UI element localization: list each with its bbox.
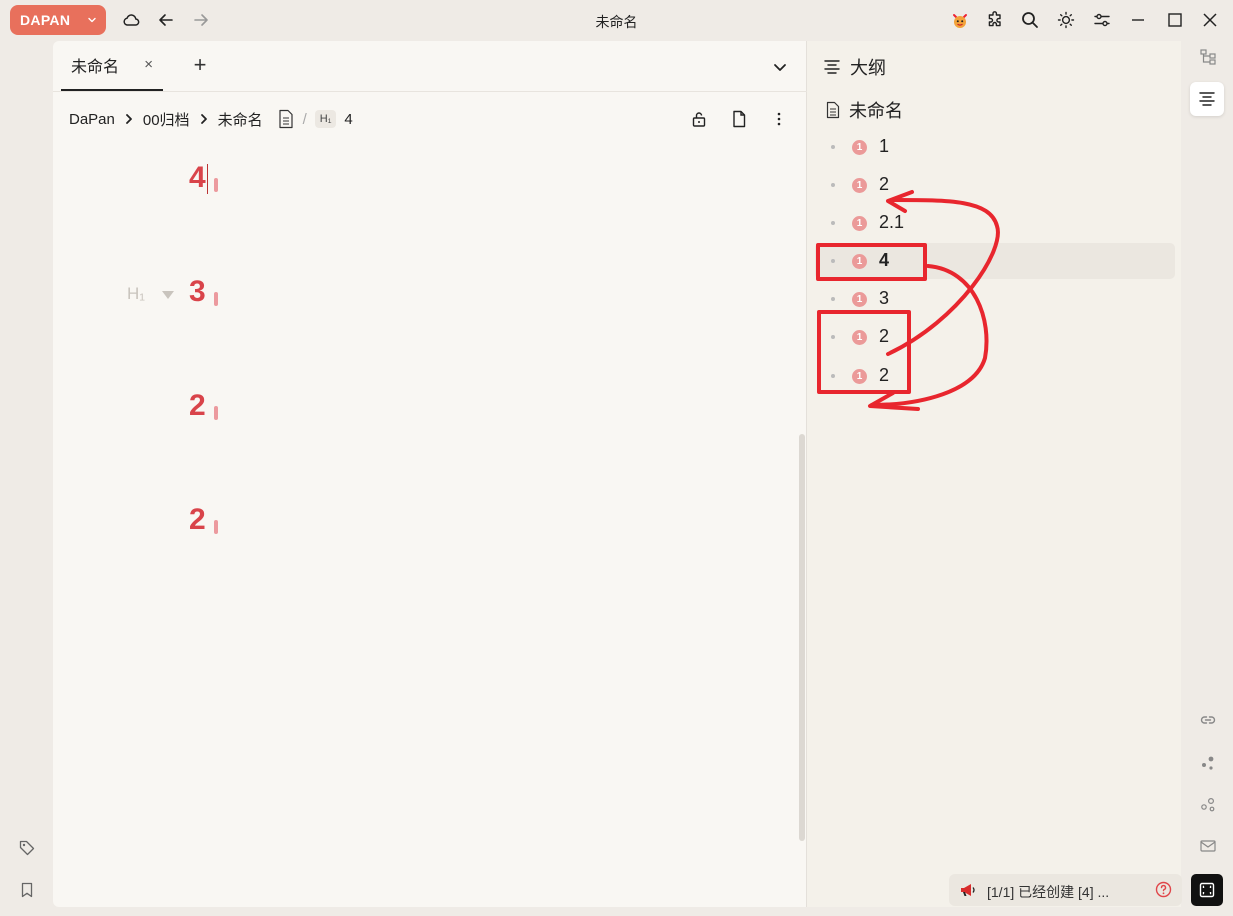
outline-item-label: 2.1 <box>879 212 905 232</box>
outline-toggle-button[interactable] <box>1190 82 1224 116</box>
cloud-sync-icon[interactable] <box>120 9 142 31</box>
forward-arrow-icon[interactable] <box>190 9 212 31</box>
title-bar: DAPAN 未命名 <box>0 0 1233 41</box>
more-vertical-icon[interactable] <box>767 107 791 131</box>
outline-item-label: 3 <box>879 288 890 308</box>
chevron-right-icon <box>123 113 135 125</box>
outline-item-label: 2 <box>879 326 890 346</box>
file-tree-icon[interactable] <box>1196 45 1220 69</box>
tab-close-button[interactable]: × <box>144 56 153 73</box>
outline-doc-title[interactable]: 未命名 <box>825 98 903 122</box>
heading-level-badge: 1 <box>852 330 867 345</box>
breadcrumb: DaPan 00归档 未命名 / H₁ 4 <box>69 109 353 130</box>
workspace-menu-button[interactable]: DAPAN <box>10 5 106 35</box>
mascot-icon[interactable] <box>949 9 971 31</box>
search-icon[interactable] <box>1019 9 1041 31</box>
heading-block[interactable]: 2 <box>189 503 206 537</box>
outline-item[interactable]: 1 1 <box>815 129 1175 165</box>
workspace-name: DAPAN <box>20 12 71 28</box>
help-icon[interactable] <box>1155 881 1172 901</box>
heading-block[interactable]: 3 <box>189 275 206 309</box>
heading-level-badge: 1 <box>852 216 867 231</box>
graph-icon[interactable] <box>1196 751 1220 775</box>
outline-item-active[interactable]: 1 4 <box>815 243 1175 279</box>
tab-bar: 未命名 × + <box>53 41 807 92</box>
chevron-down-icon <box>86 13 98 29</box>
chevron-right-icon <box>198 113 210 125</box>
breadcrumb-root[interactable]: DaPan <box>69 111 115 128</box>
theme-toggle-icon[interactable] <box>1055 9 1077 31</box>
bullet-dot <box>831 297 835 301</box>
outline-icon <box>824 60 840 74</box>
tab-untitled[interactable]: 未命名 × <box>61 41 163 91</box>
heading-level-badge: 1 <box>852 178 867 193</box>
notification-text: [1/1] 已经创建 [4] ... <box>987 884 1110 900</box>
outline-icon <box>1199 92 1215 106</box>
settings-sliders-icon[interactable] <box>1091 9 1113 31</box>
document-icon <box>277 109 295 129</box>
document-info-icon[interactable] <box>727 107 751 131</box>
heading-level-badge: 1 <box>852 369 867 384</box>
tab-label: 未命名 <box>71 59 120 76</box>
heading-level-badge: 1 <box>852 254 867 269</box>
editor-scrollbar[interactable] <box>799 434 805 841</box>
bullet-dot <box>831 259 835 263</box>
tag-icon[interactable] <box>16 837 38 859</box>
global-graph-icon[interactable] <box>1196 793 1220 817</box>
outline-item[interactable]: 1 3 <box>815 281 1175 317</box>
unlock-icon[interactable] <box>687 107 711 131</box>
outline-item[interactable]: 1 2 <box>815 358 1175 394</box>
heading-marker <box>214 292 218 306</box>
bullet-dot <box>831 221 835 225</box>
collapse-triangle-icon[interactable] <box>161 288 175 306</box>
window-title: 未命名 <box>595 14 638 30</box>
bookmark-icon[interactable] <box>16 879 38 901</box>
outline-item-label: 1 <box>879 136 890 156</box>
megaphone-icon <box>959 882 977 901</box>
bullet-dot <box>831 335 835 339</box>
heading-marker <box>214 520 218 534</box>
outline-item[interactable]: 1 2.1 <box>815 205 1175 241</box>
outline-doc-label: 未命名 <box>849 101 903 121</box>
outline-panel: 大纲 未命名 1 1 1 2 1 2.1 1 4 1 3 1 2 1 2 <box>807 41 1181 907</box>
outline-item[interactable]: 1 2 <box>815 319 1175 355</box>
heading-block[interactable]: 4 <box>189 161 206 195</box>
backlink-icon[interactable] <box>1196 708 1220 732</box>
heading-level-badge: H₁ <box>314 110 337 128</box>
maximize-icon[interactable] <box>1164 9 1186 31</box>
outline-item-label: 4 <box>879 250 890 270</box>
outline-item[interactable]: 1 2 <box>815 167 1175 203</box>
heading-marker <box>214 406 218 420</box>
inbox-icon[interactable] <box>1196 834 1220 858</box>
text-caret <box>207 164 208 194</box>
heading-level-hint: H₁ <box>127 284 146 303</box>
chevron-down-icon[interactable] <box>769 56 791 78</box>
breadcrumb-heading[interactable]: 4 <box>344 111 352 128</box>
minimize-icon[interactable] <box>1127 9 1149 31</box>
outline-item-label: 2 <box>879 174 890 194</box>
outline-header: 大纲 <box>823 55 886 79</box>
outline-title: 大纲 <box>850 58 886 78</box>
editor-panel: 未命名 × + DaPan 00归档 未命名 / H₁ 4 4 H₁ 3 2 2 <box>53 41 807 907</box>
heading-block[interactable]: 2 <box>189 389 206 423</box>
heading-level-badge: 1 <box>852 140 867 155</box>
heading-level-badge: 1 <box>852 292 867 307</box>
document-icon <box>826 101 840 119</box>
notification-toast[interactable]: [1/1] 已经创建 [4] ... <box>949 874 1182 906</box>
bullet-dot <box>831 145 835 149</box>
outline-item-label: 2 <box>879 365 890 385</box>
bullet-dot <box>831 374 835 378</box>
breadcrumb-doc[interactable]: 未命名 <box>218 109 263 130</box>
heading-marker <box>214 178 218 192</box>
breadcrumb-folder[interactable]: 00归档 <box>143 109 190 130</box>
new-tab-button[interactable]: + <box>189 54 211 76</box>
close-window-icon[interactable] <box>1199 9 1221 31</box>
fullscreen-icon[interactable] <box>1191 874 1223 906</box>
back-arrow-icon[interactable] <box>155 9 177 31</box>
bullet-dot <box>831 183 835 187</box>
plugin-icon[interactable] <box>984 9 1006 31</box>
